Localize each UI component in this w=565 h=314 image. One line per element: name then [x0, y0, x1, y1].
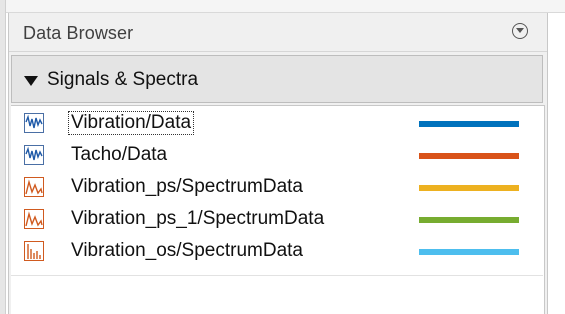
- power-spectrum-icon: [24, 209, 44, 229]
- app-window: Data Browser Signals & Spectra Vibration…: [0, 0, 565, 314]
- list-item[interactable]: Tacho/Data: [11, 141, 543, 171]
- panel-title: Data Browser: [23, 23, 134, 43]
- list-item[interactable]: Vibration_ps/SpectrumData: [11, 173, 543, 203]
- order-spectrum-icon: [24, 241, 44, 261]
- top-toolbar-strip: [0, 0, 565, 13]
- panel-header: Data Browser: [9, 13, 547, 52]
- triangle-down-icon[interactable]: [24, 74, 38, 92]
- color-swatch[interactable]: [419, 217, 519, 223]
- list-item[interactable]: Vibration/Data: [11, 109, 543, 139]
- signal-label: Tacho/Data: [71, 144, 168, 165]
- color-swatch[interactable]: [419, 249, 519, 255]
- left-splitter[interactable]: [0, 0, 6, 314]
- power-spectrum-icon: [24, 177, 44, 197]
- color-swatch[interactable]: [419, 185, 519, 191]
- list-divider: [11, 275, 543, 276]
- color-swatch[interactable]: [419, 121, 519, 127]
- time-signal-icon: [24, 145, 44, 165]
- data-browser-panel: Data Browser Signals & Spectra Vibration…: [8, 13, 548, 314]
- signal-label: Vibration_ps/SpectrumData: [71, 176, 303, 197]
- signal-label: Vibration_os/SpectrumData: [71, 240, 303, 261]
- time-signal-icon: [24, 113, 44, 133]
- panel-menu-icon[interactable]: [512, 23, 528, 39]
- signal-label: Vibration/Data: [67, 111, 195, 135]
- section-header-signals-spectra[interactable]: Signals & Spectra: [11, 55, 543, 103]
- color-swatch[interactable]: [419, 153, 519, 159]
- list-item[interactable]: Vibration_os/SpectrumData: [11, 237, 543, 267]
- section-title: Signals & Spectra: [47, 69, 199, 90]
- list-item[interactable]: Vibration_ps_1/SpectrumData: [11, 205, 543, 235]
- signal-list: Vibration/Data Tacho/Data Vibration_ps/Spe…: [11, 105, 545, 314]
- signal-label: Vibration_ps_1/SpectrumData: [71, 208, 325, 229]
- chevron-down-icon: [516, 28, 524, 33]
